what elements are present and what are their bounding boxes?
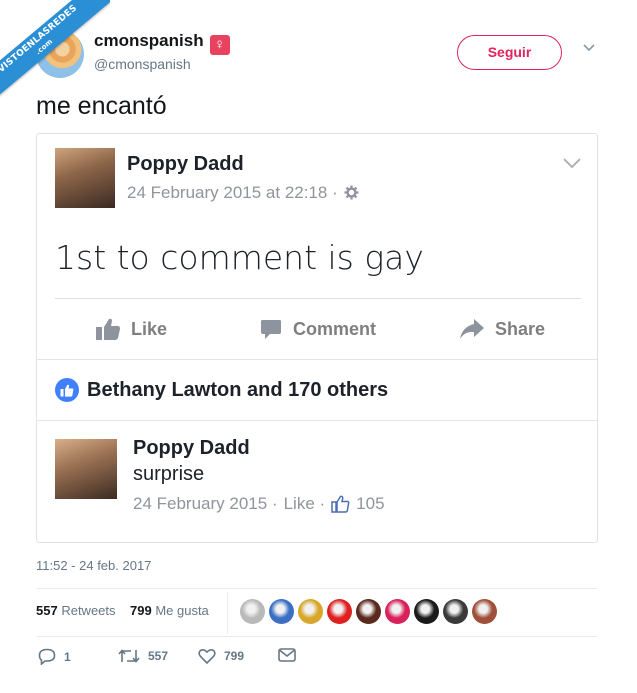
- divider: [55, 298, 581, 299]
- liker-avatar[interactable]: [240, 599, 265, 624]
- fb-like-label: Like: [131, 318, 168, 339]
- thumbs-up-outline-icon: [331, 495, 350, 513]
- like-reaction-icon: [55, 378, 79, 402]
- fb-post-date: 24 February 2015 at 22:18 ·: [127, 183, 360, 203]
- fb-share-label: Share: [495, 318, 546, 339]
- envelope-icon: [278, 648, 296, 662]
- fb-comment-avatar: [55, 439, 117, 499]
- tweet-stats: 557 Retweets 799 Me gusta: [36, 603, 209, 618]
- like-button[interactable]: 799: [198, 648, 244, 664]
- divider: [36, 588, 597, 589]
- fb-comment-like-count: 105: [356, 494, 385, 513]
- fb-comment-like: Like ·: [283, 494, 326, 513]
- fb-comment-label: Comment: [293, 318, 377, 339]
- liker-avatar[interactable]: [298, 599, 323, 624]
- share-arrow-icon: [460, 319, 484, 339]
- retweets-label[interactable]: Retweets: [61, 603, 115, 618]
- likes-count[interactable]: 799: [130, 603, 152, 618]
- fb-likes-summary: Bethany Lawton and 170 others: [55, 378, 388, 402]
- watermark-main: VISTOENLASREDES: [0, 3, 80, 76]
- liker-avatar[interactable]: [385, 599, 410, 624]
- fb-post-date-text: 24 February 2015 at 22:18 ·: [127, 183, 338, 202]
- liker-avatar[interactable]: [414, 599, 439, 624]
- tweet-timestamp[interactable]: 11:52 - 24 feb. 2017: [36, 558, 151, 573]
- liker-avatar[interactable]: [443, 599, 468, 624]
- gear-icon: [344, 185, 360, 200]
- reply-button[interactable]: 1: [38, 648, 71, 665]
- reply-icon: [38, 648, 56, 665]
- retweet-count: 557: [148, 649, 169, 663]
- liker-avatar[interactable]: [472, 599, 497, 624]
- fb-comment-text: surprise: [133, 463, 205, 485]
- liker-avatar[interactable]: [356, 599, 381, 624]
- retweet-icon: [118, 649, 140, 663]
- watermark-ribbon: VISTOENLASREDES .com: [0, 0, 110, 110]
- facebook-screenshot: Poppy Dadd 24 February 2015 at 22:18 · 1…: [36, 133, 598, 543]
- user-name-text[interactable]: cmonspanish: [94, 31, 204, 50]
- liker-avatar[interactable]: [269, 599, 294, 624]
- direct-message-button[interactable]: [278, 648, 296, 662]
- fb-comment-date: 24 February 2015 ·: [133, 494, 278, 513]
- liker-avatars: [240, 599, 497, 624]
- fb-share-action: Share: [459, 316, 545, 342]
- fb-post-avatar: [55, 148, 115, 208]
- fb-post-author: Poppy Dadd: [127, 153, 244, 175]
- heart-icon: [198, 648, 216, 664]
- fb-actions-bar: Like Comment Share: [37, 311, 597, 347]
- comment-icon: [261, 320, 281, 339]
- female-sign-icon: ♀: [209, 35, 230, 55]
- thumbs-up-icon: [96, 318, 120, 340]
- retweets-count[interactable]: 557: [36, 603, 58, 618]
- fb-likes-text: Bethany Lawton and 170 others: [87, 378, 389, 401]
- chevron-down-icon: [563, 158, 581, 168]
- fb-comment-action: Comment: [259, 316, 376, 342]
- divider: [37, 420, 597, 421]
- follow-button[interactable]: Seguir: [457, 35, 562, 70]
- divider: [36, 636, 597, 637]
- fb-comment-meta: 24 February 2015 · Like · 105: [133, 494, 385, 514]
- chevron-down-icon[interactable]: [582, 40, 596, 54]
- like-count: 799: [224, 649, 245, 663]
- liker-avatar[interactable]: [327, 599, 352, 624]
- divider: [37, 359, 597, 360]
- likes-label[interactable]: Me gusta: [155, 603, 208, 618]
- user-name[interactable]: cmonspanish ♀: [94, 31, 230, 55]
- retweet-button[interactable]: 557: [118, 648, 168, 664]
- tweet-header: cmonspanish ♀ @cmonspanish Seguir: [36, 26, 617, 78]
- divider: [227, 592, 228, 634]
- watermark-text: VISTOENLASREDES .com: [0, 0, 110, 108]
- fb-post-text: 1st to comment is gay: [55, 238, 424, 277]
- fb-comment-author: Poppy Dadd: [133, 437, 250, 459]
- reply-count: 1: [64, 649, 71, 664]
- fb-like-action: Like: [95, 316, 167, 342]
